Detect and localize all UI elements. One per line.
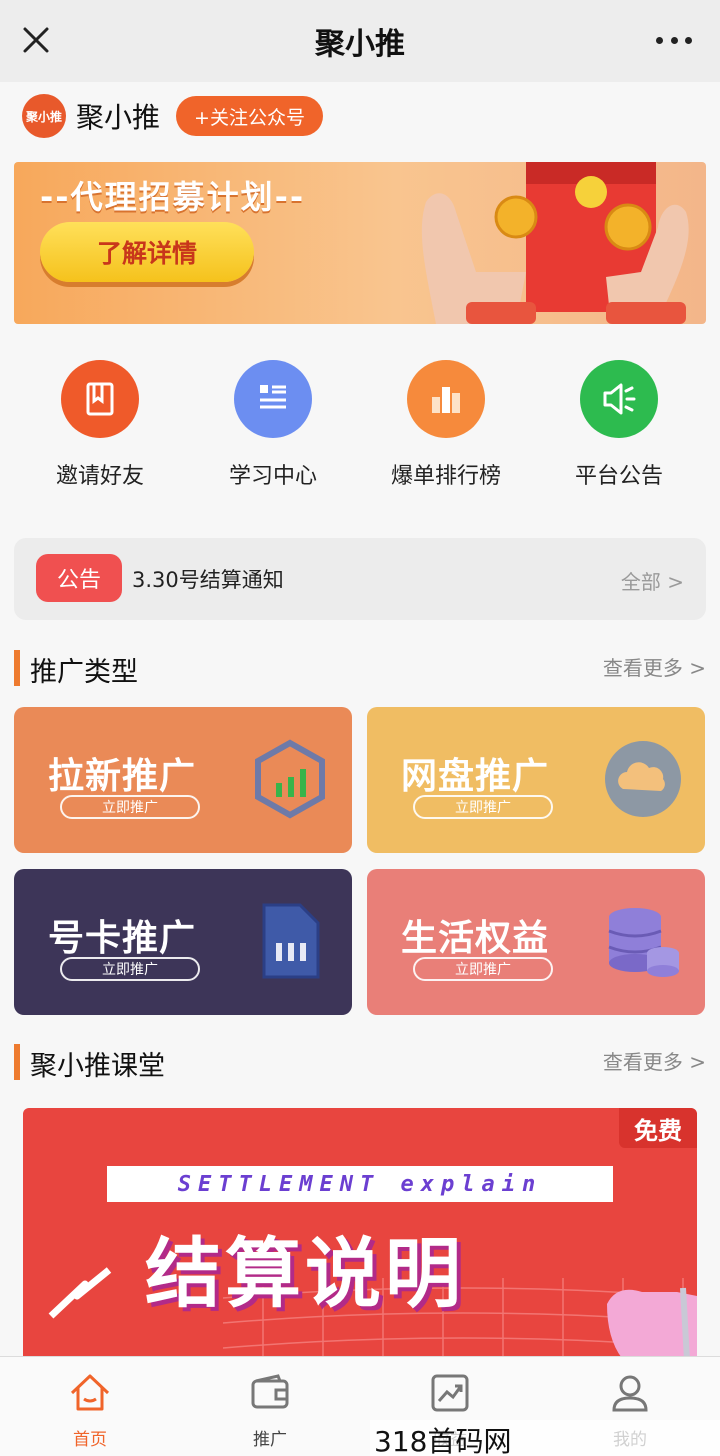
quick-link-label: 邀请好友: [55, 464, 144, 489]
promo-card-sim[interactable]: 号卡推广 立即推广: [14, 869, 352, 1015]
view-more-link[interactable]: 查看更多 >: [603, 652, 706, 681]
card-title: 网盘推广: [401, 756, 550, 797]
promo-card-new-user[interactable]: 拉新推广 立即推广: [14, 707, 352, 853]
speaker-icon: [580, 360, 658, 438]
trend-icon: [431, 1374, 469, 1412]
bar-chart-icon: [407, 360, 485, 438]
cloud-icon: [605, 741, 681, 817]
more-dots-icon[interactable]: [656, 28, 692, 52]
tab-home[interactable]: 首页: [0, 1357, 180, 1456]
notice-text[interactable]: 3.30号结算通知: [132, 564, 284, 594]
promote-now-button[interactable]: 立即推广: [413, 795, 553, 819]
course-title: 结算说明: [145, 1229, 465, 1318]
wallet-icon: [251, 1374, 289, 1409]
section-accent-bar: [14, 1044, 20, 1080]
card-title: 号卡推广: [48, 918, 197, 959]
card-title: 生活权益: [401, 918, 550, 959]
quick-link-announcements[interactable]: 平台公告: [544, 360, 694, 500]
quick-link-invite[interactable]: 邀请好友: [25, 360, 175, 500]
promo-card-netdisk[interactable]: 网盘推广 立即推广: [367, 707, 705, 853]
follow-button[interactable]: +关注公众号: [176, 96, 323, 136]
account-logo: 聚小推: [22, 94, 66, 138]
promo-card-life-benefits[interactable]: 生活权益 立即推广: [367, 869, 705, 1015]
quick-link-label: 平台公告: [574, 464, 663, 489]
course-section-header: 聚小推课堂 查看更多 >: [14, 1040, 706, 1082]
course-card[interactable]: 免费 SETTLEMENT explain 结算说明: [23, 1108, 697, 1358]
watermark-text: 318首码网 www.e318.com: [370, 1420, 720, 1456]
hand-illustration: [607, 1287, 697, 1358]
hexagon-chart-icon: [255, 739, 325, 819]
quick-link-learning[interactable]: 学习中心: [198, 360, 348, 500]
hands-envelope-illustration: [421, 162, 689, 324]
banner-title: --代理招募计划--: [40, 178, 306, 216]
promote-now-button[interactable]: 立即推广: [60, 957, 200, 981]
section-accent-bar: [14, 650, 20, 686]
title-bar: 聚小推: [0, 0, 720, 82]
quick-link-label: 爆单排行榜: [390, 464, 501, 489]
tab-promote[interactable]: 推广: [180, 1357, 360, 1456]
recruit-banner[interactable]: --代理招募计划-- 了解详情: [14, 162, 706, 324]
list-icon: [234, 360, 312, 438]
notice-bar[interactable]: 公告 3.30号结算通知 全部 >: [14, 538, 706, 620]
lightning-icon: [48, 1267, 112, 1319]
tab-label: 推广: [253, 1430, 287, 1450]
section-title: 推广类型: [30, 657, 138, 688]
promote-now-button[interactable]: 立即推广: [60, 795, 200, 819]
tab-label: 首页: [73, 1430, 107, 1450]
view-more-link[interactable]: 查看更多 >: [603, 1046, 706, 1075]
quick-link-label: 学习中心: [228, 464, 317, 489]
notice-tag: 公告: [36, 554, 122, 602]
sim-card-icon: [262, 903, 320, 979]
promote-now-button[interactable]: 立即推广: [413, 957, 553, 981]
user-icon: [612, 1375, 648, 1412]
close-icon[interactable]: [20, 22, 52, 58]
section-title: 聚小推课堂: [30, 1051, 165, 1082]
notice-all-link[interactable]: 全部 >: [621, 566, 684, 595]
page-title: 聚小推: [315, 27, 405, 62]
course-english-title: SETTLEMENT explain: [107, 1166, 613, 1202]
promo-section-header: 推广类型 查看更多 >: [14, 646, 706, 688]
learn-more-button[interactable]: 了解详情: [40, 222, 254, 282]
home-icon: [70, 1374, 110, 1411]
account-bar: 聚小推 聚小推 +关注公众号: [0, 82, 720, 160]
free-badge: 免费: [619, 1108, 697, 1148]
book-icon: [61, 360, 139, 438]
account-name: 聚小推: [76, 101, 161, 134]
coin-stack-icon: [608, 908, 679, 977]
card-title: 拉新推广: [48, 756, 197, 797]
quick-link-ranking[interactable]: 爆单排行榜: [371, 360, 521, 500]
